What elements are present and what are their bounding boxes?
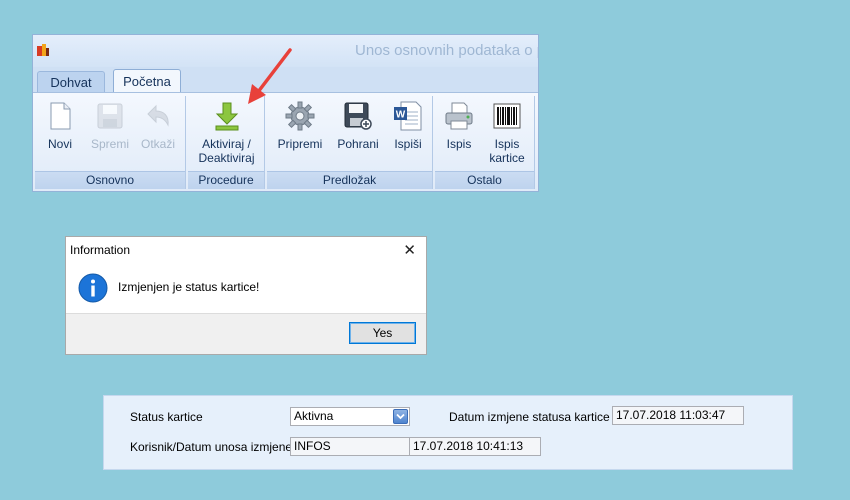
cancel-button[interactable]: Otkaži [139,100,177,151]
tab-pocetna[interactable]: Početna [113,69,181,93]
ribbon-group-osnovno: Novi Spremi Otkaži Osnovno [35,96,186,189]
word-document-icon: W [394,101,422,131]
print-card-label: Ispis kartice [489,137,525,165]
information-dialog: Information ✕ Izmjenjen je status kartic… [65,236,427,355]
close-icon[interactable]: ✕ [403,241,416,259]
print-template-label: Ispiši [394,137,422,151]
svg-text:W: W [396,110,406,121]
group-label-osnovno: Osnovno [35,171,185,189]
status-date-label: Datum izmjene statusa kartice [449,410,610,424]
annotation-arrow [248,48,292,104]
status-value: Aktivna [294,409,334,423]
app-logo-icon[interactable] [36,43,50,57]
activate-deactivate-label: Aktiviraj / Deaktiviraj [198,137,255,165]
status-label: Status kartice [130,410,203,424]
yes-button[interactable]: Yes [349,322,416,344]
prepare-label: Pripremi [277,137,323,151]
save-button[interactable]: Spremi [91,100,129,151]
cancel-label: Otkaži [140,137,175,151]
status-combobox[interactable]: Aktivna [290,407,410,426]
tab-dohvat[interactable]: Dohvat [37,71,105,92]
user-date-field[interactable]: 17.07.2018 10:41:13 [409,437,541,456]
info-icon [78,273,108,303]
user-field[interactable]: INFOS [290,437,410,456]
new-document-icon [50,102,71,130]
barcode-icon [493,103,521,129]
save-label: Spremi [91,137,130,151]
dialog-footer: Yes [66,313,426,354]
ribbon-group-ostalo: Ispis Ispis kartice Ostalo [435,96,535,189]
dialog-title: Information [70,243,131,257]
print-template-button[interactable]: W Ispiši [389,100,427,151]
new-label: Novi [47,137,72,151]
group-label-predlozak: Predložak [267,171,432,189]
printer-icon [445,102,473,130]
print-label: Ispis [446,137,472,151]
window-title: Unos osnovnih podataka o p [355,42,539,59]
new-button[interactable]: Novi [43,100,77,151]
status-date-field[interactable]: 17.07.2018 11:03:47 [612,406,744,425]
undo-arrow-icon [147,104,169,127]
chevron-down-icon[interactable] [393,409,408,424]
save-disk-icon [97,103,123,129]
dialog-message: Izmjenjen je status kartice! [118,280,260,294]
store-button[interactable]: Pohrani [335,100,381,151]
store-label: Pohrani [337,137,379,151]
save-disk-icon [344,102,372,130]
print-button[interactable]: Ispis [439,100,479,151]
card-status-panel: Status kartice Aktivna Datum izmjene sta… [103,395,793,470]
group-label-procedure: Procedure [188,171,264,189]
user-date-label: Korisnik/Datum unosa izmjene [130,440,293,454]
group-label-ostalo: Ostalo [435,171,534,189]
print-card-button[interactable]: Ispis kartice [485,100,529,165]
